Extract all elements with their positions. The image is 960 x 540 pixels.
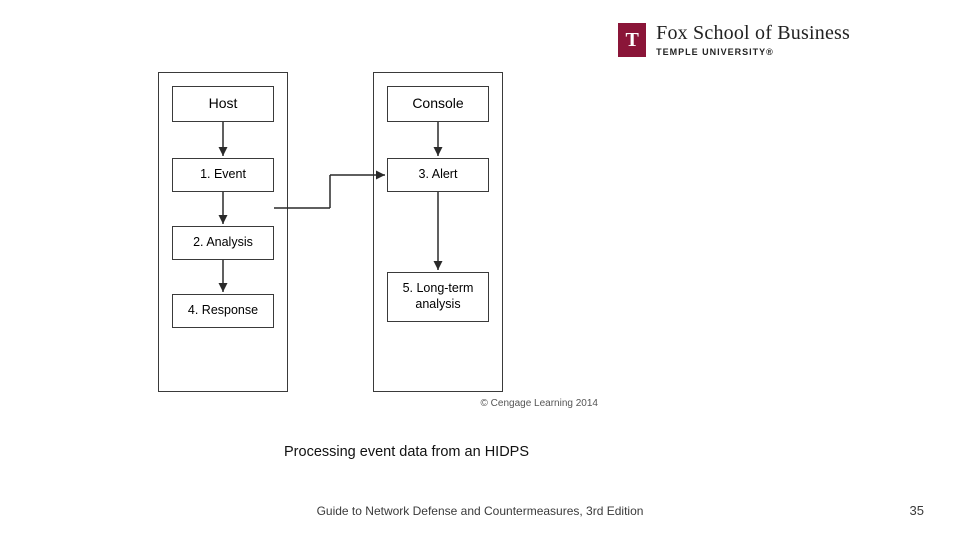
- logo-text: Fox School of Business TEMPLE UNIVERSITY…: [656, 22, 850, 57]
- hidps-diagram: Host 1. Event 2. Analysis 4. Response Co…: [158, 72, 598, 407]
- school-logo: T Fox School of Business TEMPLE UNIVERSI…: [618, 22, 850, 57]
- node-alert: 3. Alert: [387, 158, 489, 192]
- page-number: 35: [910, 503, 924, 518]
- logo-mark-icon: T: [618, 23, 646, 57]
- node-analysis: 2. Analysis: [172, 226, 274, 260]
- logo-line2: TEMPLE UNIVERSITY®: [656, 47, 850, 57]
- node-event: 1. Event: [172, 158, 274, 192]
- logo-line1: Fox School of Business: [656, 22, 850, 45]
- slide: T Fox School of Business TEMPLE UNIVERSI…: [0, 0, 960, 540]
- node-host: Host: [172, 86, 274, 122]
- node-response: 4. Response: [172, 294, 274, 328]
- diagram-copyright: © Cengage Learning 2014: [481, 398, 598, 409]
- node-console: Console: [387, 86, 489, 122]
- node-longterm: 5. Long-term analysis: [387, 272, 489, 322]
- figure-caption: Processing event data from an HIDPS: [284, 444, 529, 460]
- logo-letter: T: [625, 30, 638, 50]
- footer-text: Guide to Network Defense and Countermeas…: [0, 504, 960, 518]
